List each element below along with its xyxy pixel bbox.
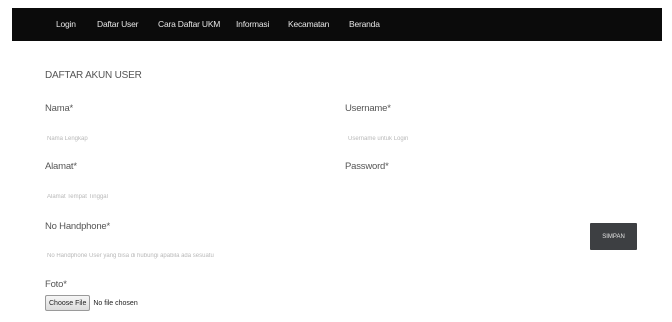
file-status-text: No file chosen: [93, 299, 138, 307]
password-input[interactable]: [346, 188, 580, 206]
alamat-input[interactable]: [45, 188, 289, 206]
nav-item-cara-daftar-ukm[interactable]: Cara Daftar UKM: [158, 8, 220, 41]
username-input[interactable]: [346, 130, 580, 148]
choose-file-button[interactable]: Choose File: [45, 295, 91, 311]
alamat-label: Alamat*: [45, 161, 77, 172]
top-navbar: Login Daftar User Cara Daftar UKM Inform…: [12, 8, 662, 41]
nav-item-kecamatan[interactable]: Kecamatan: [288, 8, 329, 41]
nav-item-informasi[interactable]: Informasi: [236, 8, 269, 41]
nav-item-daftar-user[interactable]: Daftar User: [97, 8, 138, 41]
nama-label: Nama*: [45, 103, 74, 114]
handphone-input[interactable]: [45, 247, 349, 265]
password-label: Password*: [345, 161, 389, 172]
nav-item-beranda[interactable]: Beranda: [349, 8, 380, 41]
foto-file-picker: Choose File No file chosen: [45, 295, 138, 311]
page-title: DAFTAR AKUN USER: [45, 70, 142, 81]
nama-input[interactable]: [45, 130, 289, 148]
save-button[interactable]: SIMPAN: [590, 223, 637, 250]
foto-label: Foto*: [45, 279, 67, 290]
username-label: Username*: [345, 103, 391, 114]
handphone-label: No Handphone*: [45, 221, 111, 232]
nav-item-login[interactable]: Login: [56, 8, 76, 41]
